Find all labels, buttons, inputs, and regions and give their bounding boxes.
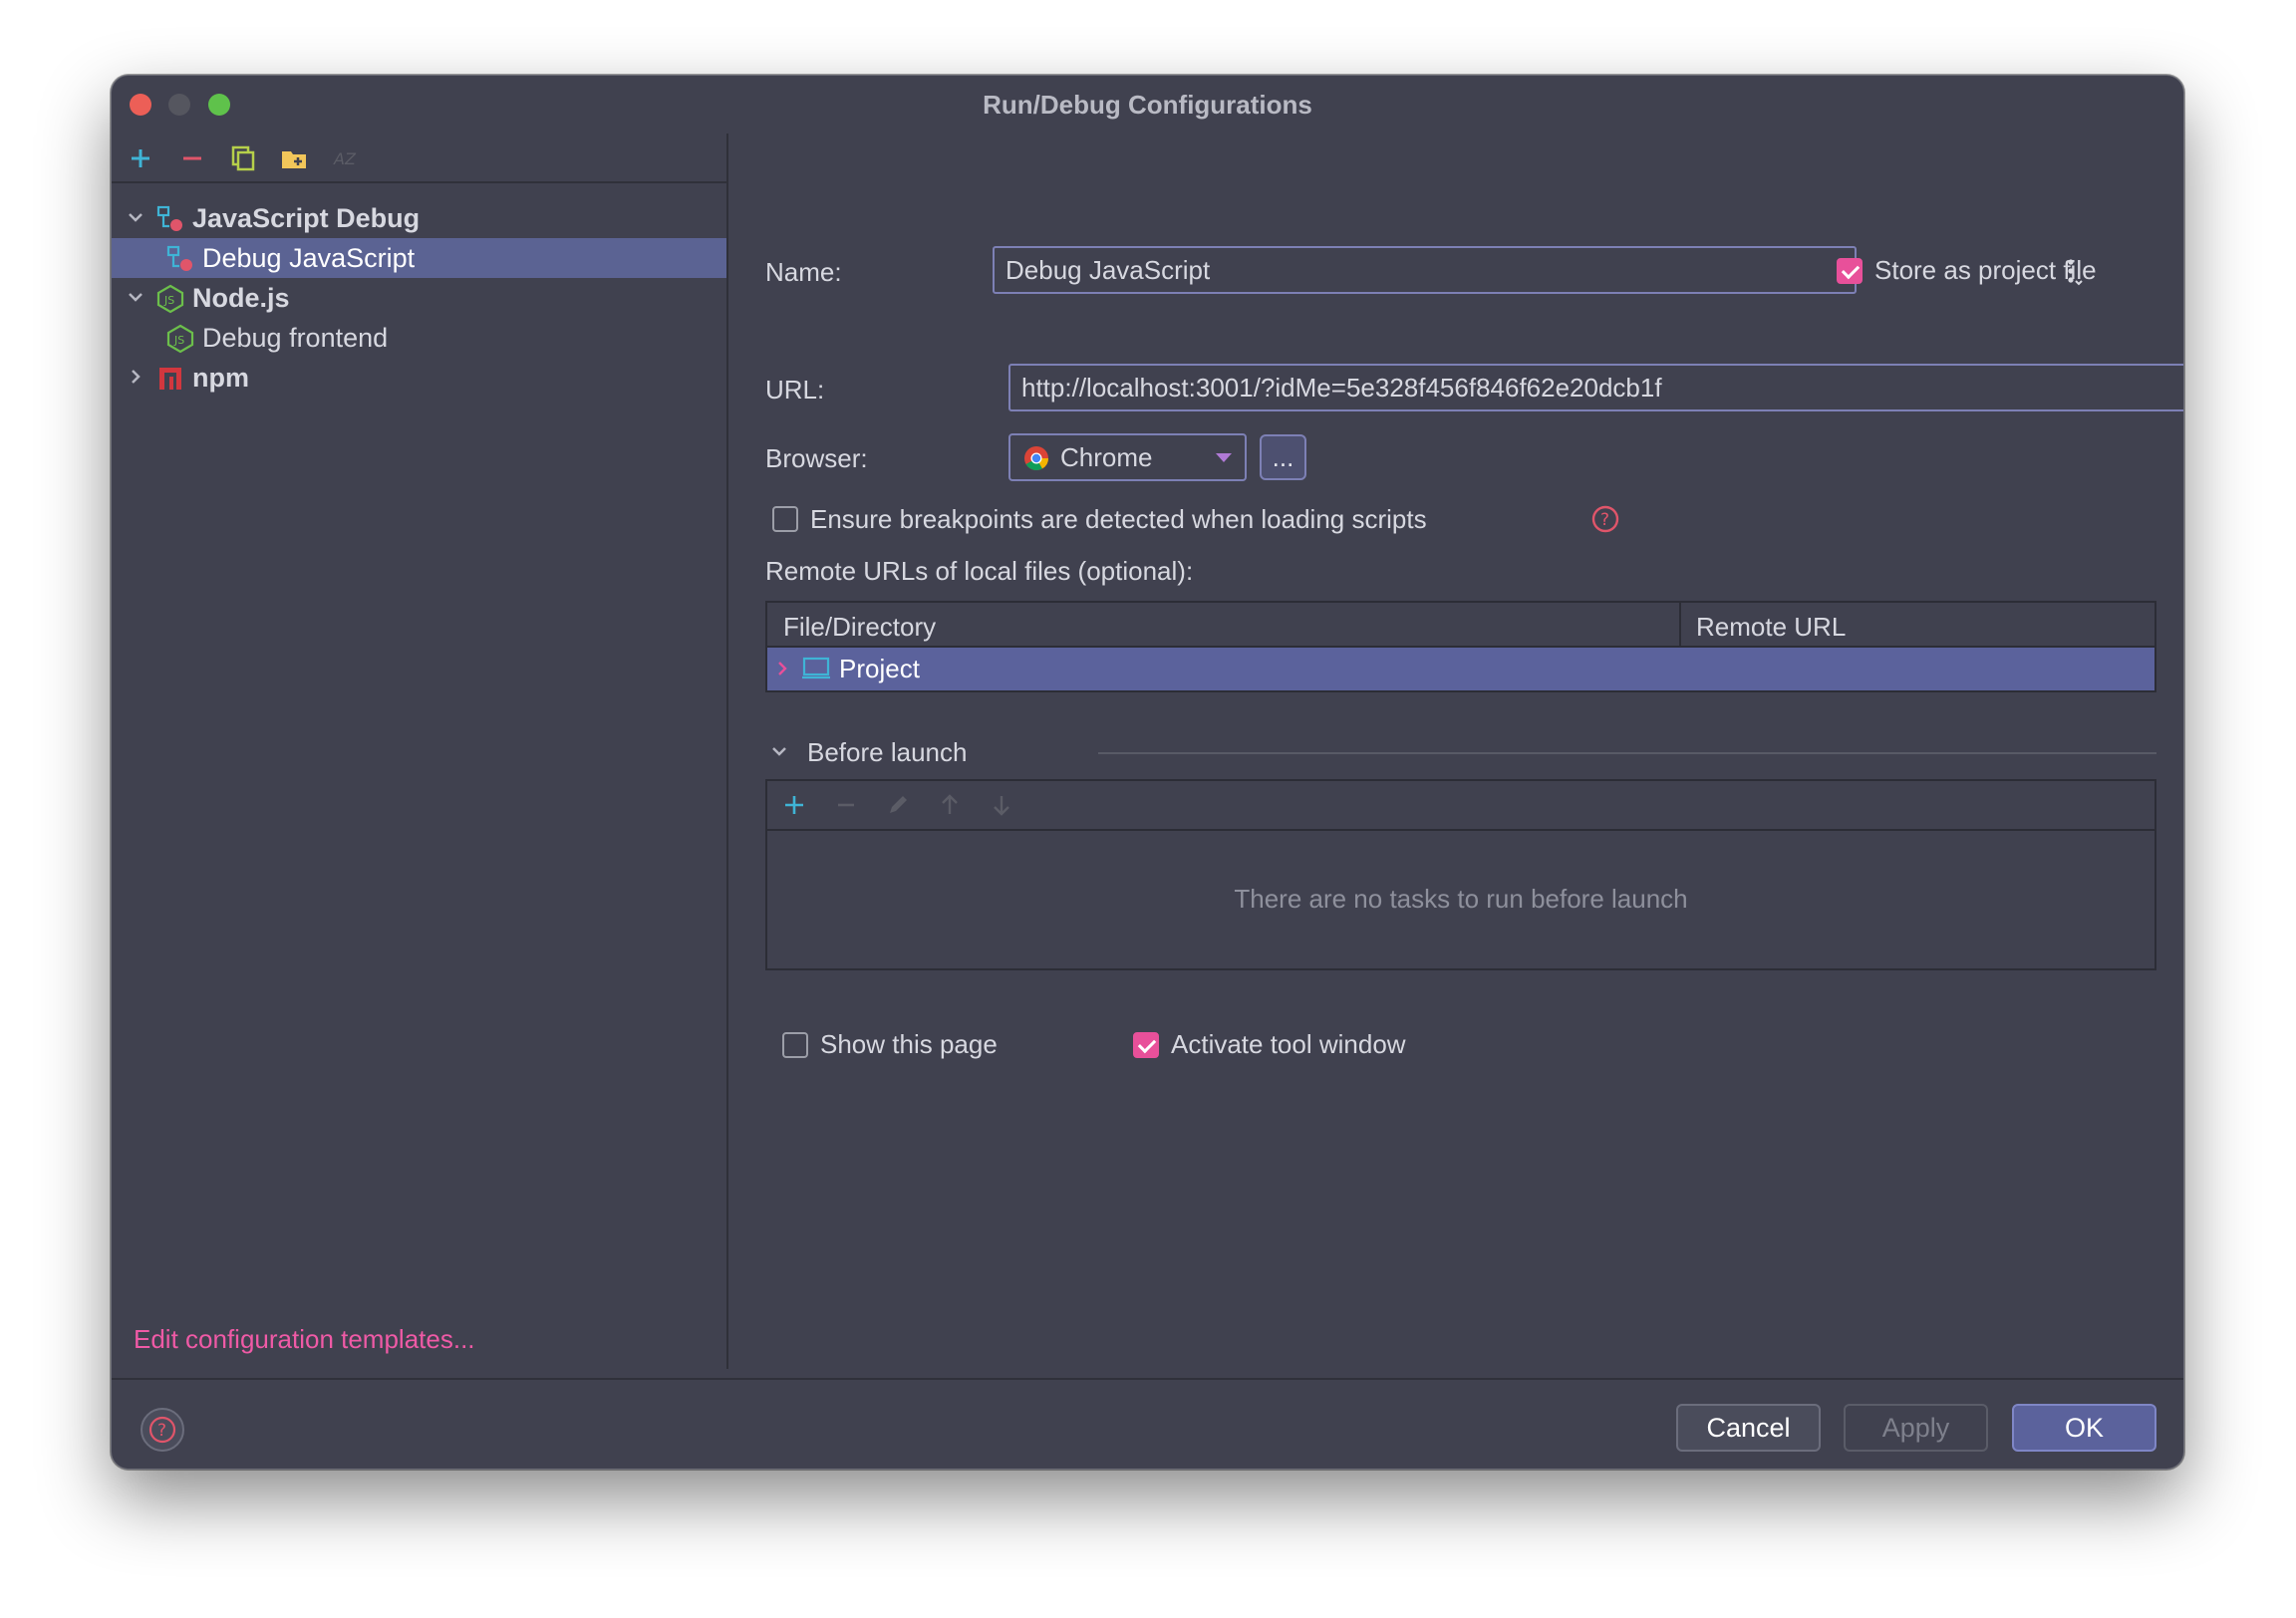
- move-up-icon[interactable]: [937, 792, 963, 818]
- nodejs-icon: JS: [166, 324, 194, 354]
- edit-configuration-templates-link[interactable]: Edit configuration templates...: [134, 1324, 475, 1355]
- javascript-debug-icon: [156, 205, 182, 231]
- show-this-page-label: Show this page: [820, 1029, 998, 1059]
- tree-item-label: npm: [192, 363, 249, 393]
- tree-group-javascript-debug[interactable]: JavaScript Debug: [112, 198, 726, 238]
- cancel-button[interactable]: Cancel: [1676, 1404, 1821, 1452]
- show-this-page-checkbox[interactable]: [782, 1032, 808, 1058]
- activate-tool-window-label: Activate tool window: [1171, 1029, 1406, 1059]
- row-file-value: Project: [839, 654, 920, 683]
- tree-item-label: Node.js: [192, 283, 290, 313]
- tree-group-npm[interactable]: npm: [112, 358, 726, 398]
- remote-urls-table: File/Directory Remote URL Project: [765, 601, 2156, 692]
- sidebar-toolbar: AZ: [112, 134, 726, 183]
- before-launch-tasks-box: There are no tasks to run before launch: [765, 779, 2156, 970]
- ok-button[interactable]: OK: [2012, 1404, 2156, 1452]
- before-launch-title: Before launch: [807, 737, 968, 767]
- project-icon: [802, 657, 830, 679]
- tree-item-label: JavaScript Debug: [192, 203, 421, 233]
- store-as-project-file-checkbox[interactable]: [1837, 258, 1863, 284]
- new-folder-icon[interactable]: [279, 143, 309, 173]
- chevron-right-icon[interactable]: [773, 660, 791, 677]
- window-title: Run/Debug Configurations: [983, 90, 1312, 120]
- add-configuration-icon[interactable]: [126, 143, 155, 173]
- remove-task-icon[interactable]: [833, 792, 859, 818]
- tree-item-debug-frontend[interactable]: JS Debug frontend: [112, 318, 726, 358]
- svg-text:JS: JS: [163, 294, 174, 307]
- chevron-down-icon[interactable]: [126, 207, 145, 227]
- chevron-right-icon[interactable]: [126, 367, 145, 387]
- activate-tool-window-checkbox[interactable]: [1133, 1032, 1159, 1058]
- name-label: Name:: [765, 257, 842, 287]
- browser-settings-button[interactable]: ...: [1260, 434, 1306, 480]
- configurations-sidebar: AZ JavaScript Debug Debug JavaScript JS …: [112, 134, 728, 1369]
- run-debug-configurations-dialog: Run/Debug Configurations AZ JavaScript D…: [111, 75, 2184, 1470]
- add-task-icon[interactable]: [781, 792, 807, 818]
- tree-item-label: Debug JavaScript: [202, 243, 416, 273]
- edit-task-icon[interactable]: [885, 792, 911, 818]
- chrome-icon: [1024, 446, 1048, 471]
- svg-text:?: ?: [1600, 510, 1609, 530]
- apply-button[interactable]: Apply: [1844, 1404, 1988, 1452]
- svg-text:AZ: AZ: [333, 149, 357, 168]
- ensure-breakpoints-label: Ensure breakpoints are detected when loa…: [810, 504, 1427, 534]
- npm-icon: [159, 368, 181, 390]
- help-button-icon[interactable]: ?: [140, 1407, 185, 1453]
- remote-urls-label: Remote URLs of local files (optional):: [765, 556, 1194, 586]
- tree-item-debug-javascript[interactable]: Debug JavaScript: [112, 238, 726, 278]
- svg-text:JS: JS: [173, 334, 184, 347]
- table-header: File/Directory Remote URL: [767, 603, 2154, 648]
- url-field[interactable]: http://localhost:3001/?idMe=5e328f456f84…: [1008, 364, 2183, 411]
- javascript-debug-icon: [166, 245, 192, 271]
- url-label: URL:: [765, 375, 825, 404]
- svg-text:?: ?: [157, 1421, 166, 1441]
- section-divider: [1098, 752, 2156, 754]
- configuration-form: Name: Debug JavaScript Store as project …: [729, 134, 2183, 1369]
- help-icon[interactable]: ?: [1590, 504, 1620, 534]
- tree-group-nodejs[interactable]: JS Node.js: [112, 278, 726, 318]
- title-bar: Run/Debug Configurations: [112, 76, 2183, 134]
- copy-configuration-icon[interactable]: [228, 143, 258, 173]
- no-tasks-message: There are no tasks to run before launch: [1234, 884, 1688, 914]
- column-header-file[interactable]: File/Directory: [783, 612, 936, 643]
- column-header-remote-url[interactable]: Remote URL: [1696, 612, 1846, 643]
- table-row[interactable]: Project: [767, 648, 2154, 690]
- ensure-breakpoints-checkbox[interactable]: [772, 506, 798, 532]
- move-down-icon[interactable]: [989, 792, 1014, 818]
- chevron-down-icon[interactable]: [769, 741, 789, 761]
- browser-dropdown[interactable]: Chrome: [1008, 433, 1247, 481]
- more-options-icon[interactable]: [2063, 257, 2087, 287]
- chevron-down-icon[interactable]: [126, 287, 145, 307]
- sort-alphabetically-icon[interactable]: AZ: [330, 143, 360, 173]
- remove-configuration-icon[interactable]: [177, 143, 207, 173]
- tree-item-label: Debug frontend: [202, 323, 389, 353]
- name-field[interactable]: Debug JavaScript: [993, 246, 1857, 294]
- dialog-footer: ? Cancel Apply OK: [112, 1378, 2183, 1469]
- browser-selected-value: Chrome: [1060, 442, 1153, 472]
- browser-label: Browser:: [765, 443, 868, 473]
- dropdown-arrow-icon: [1216, 453, 1232, 462]
- nodejs-icon: JS: [156, 284, 184, 314]
- before-launch-toolbar: [767, 781, 2154, 831]
